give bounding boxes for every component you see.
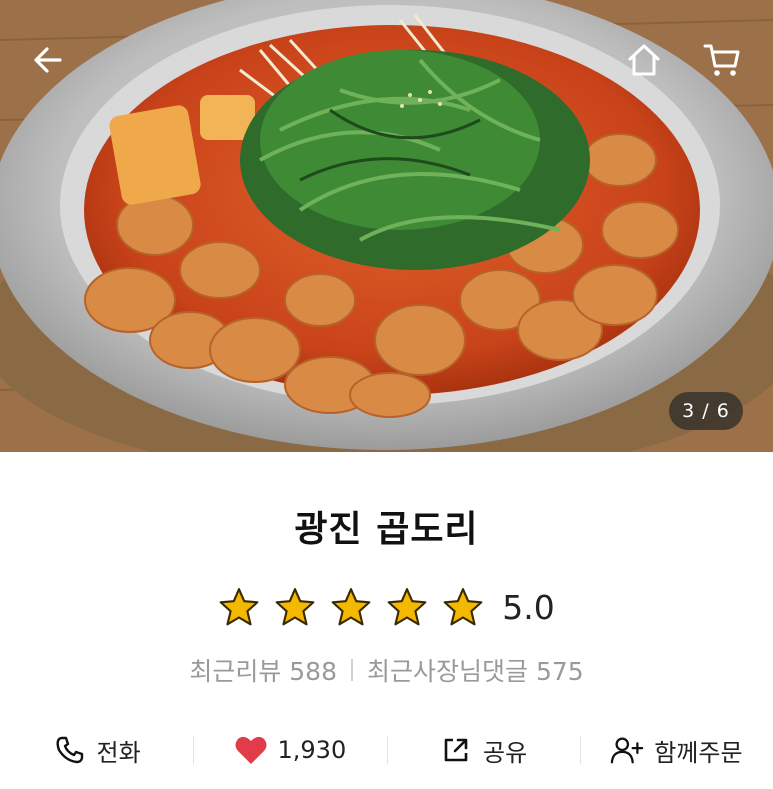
star-icon	[443, 588, 483, 626]
cart-button[interactable]	[696, 34, 748, 86]
phone-icon	[53, 733, 87, 767]
star-icon	[331, 588, 371, 626]
star-icon	[219, 588, 259, 626]
call-button[interactable]: 전화	[0, 722, 193, 778]
home-icon	[628, 44, 660, 76]
group-order-label: 함께주문	[654, 738, 743, 767]
home-button[interactable]	[618, 34, 670, 86]
image-counter: 3 / 6	[669, 392, 743, 430]
divider	[351, 659, 353, 681]
call-label: 전화	[96, 738, 141, 767]
star-icon	[275, 588, 315, 626]
cart-icon	[703, 44, 740, 76]
rating-value: 5.0	[502, 587, 555, 627]
recent-reviews-link[interactable]: 최근리뷰 588	[189, 652, 337, 688]
share-icon	[439, 733, 473, 767]
action-bar: 전화 1,930 공유 함께주문	[0, 722, 773, 778]
share-button[interactable]: 공유	[386, 722, 580, 778]
heart-icon	[234, 733, 268, 767]
group-order-button[interactable]: 함께주문	[579, 722, 773, 778]
star-icon	[387, 588, 427, 626]
like-count: 1,930	[277, 736, 347, 764]
owner-replies-link[interactable]: 최근사장님댓글 575	[367, 652, 584, 688]
share-label: 공유	[483, 738, 528, 767]
back-button[interactable]	[22, 34, 74, 86]
review-summary: 최근리뷰 588 최근사장님댓글 575	[0, 650, 773, 690]
hero-image-gallery[interactable]: 3 / 6	[0, 0, 773, 452]
add-user-icon	[610, 733, 644, 767]
rating: 5.0	[0, 582, 773, 632]
star-rating	[218, 586, 484, 628]
arrow-left-icon	[34, 47, 62, 73]
store-name: 광진 곱도리	[294, 509, 479, 550]
like-button[interactable]: 1,930	[193, 722, 386, 778]
